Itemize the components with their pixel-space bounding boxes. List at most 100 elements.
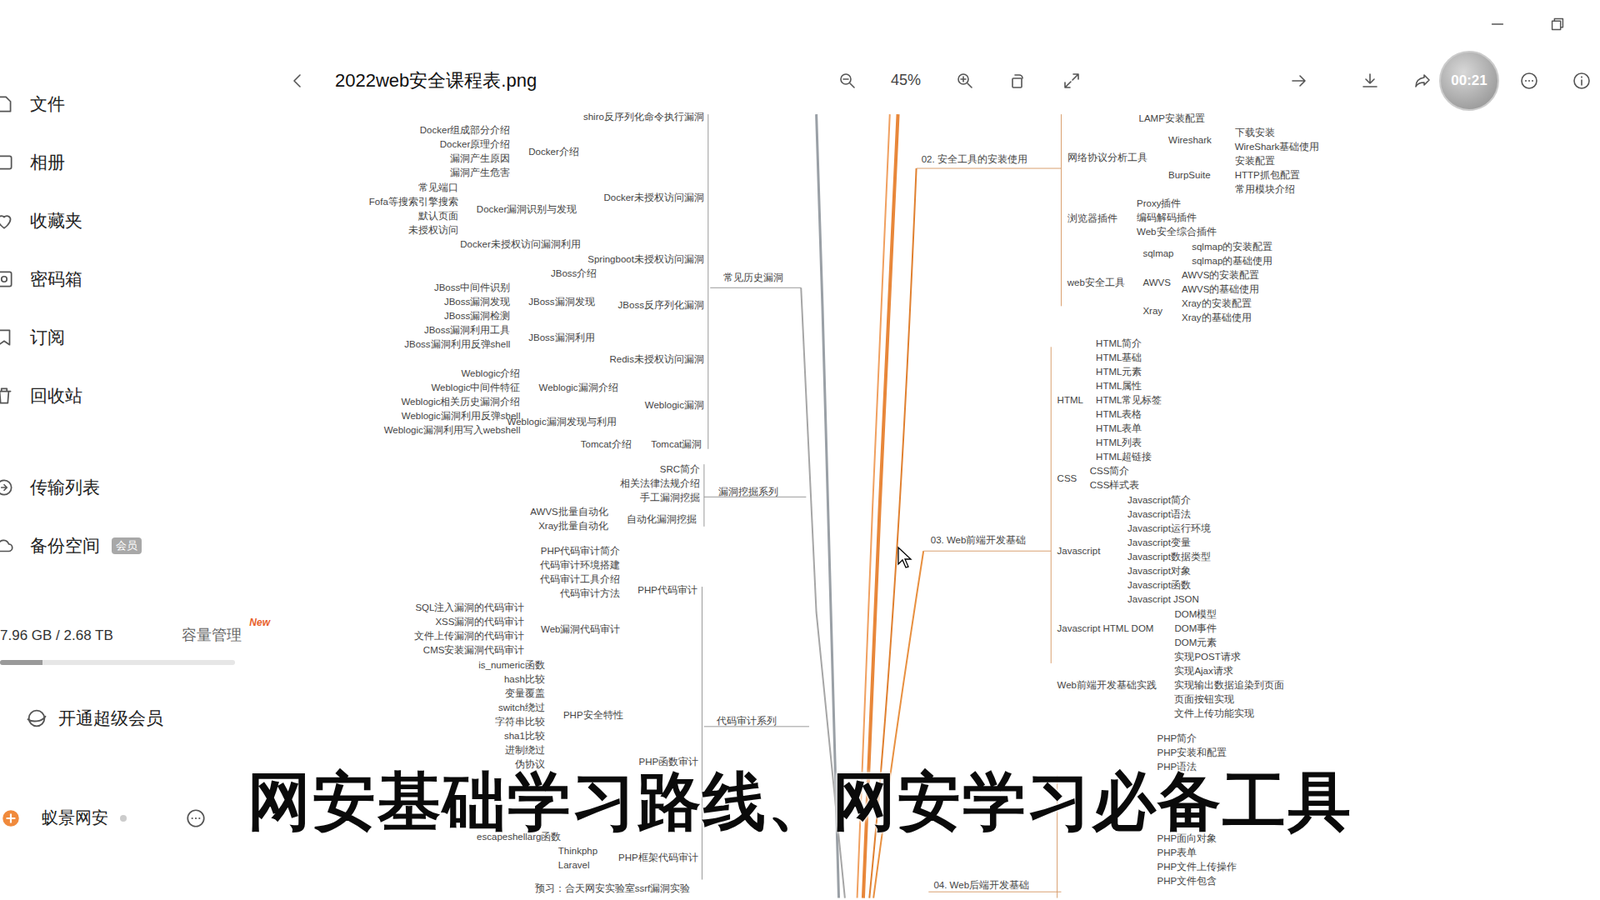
sidebar-item-label[interactable]: 订阅 [30,325,65,350]
sidebar-item-label[interactable]: 相册 [30,150,65,175]
sidebar-item[interactable]: 相册 [0,133,288,192]
back-icon[interactable] [287,70,308,91]
fullscreen-icon[interactable] [1061,70,1082,91]
level-icon [116,811,130,825]
mindmap-node: 漏洞产生原因 [420,151,510,166]
rotate-icon[interactable] [1007,70,1028,91]
zoom-level: 45% [887,71,925,90]
sidebar-item[interactable]: 备份空间会员 [0,516,288,575]
mindmap-node: 02. 安全工具的安装使用 [921,152,1028,167]
mindmap-node-group: PHP安全特性 [563,708,624,723]
mindmap-node-group: Javascript HTML DOM [1057,621,1155,636]
mindmap-node: PHP安全特性 [563,708,624,723]
mindmap-node: Docker未授权访问漏洞 [603,190,704,205]
mindmap-node-group: 预习：合天网安实验室ssrf漏洞实验 [535,881,691,896]
mindmap-node-group: 下载安装WireShark基础使用安装配置HTTP抓包配置常用模块介绍 [1235,125,1320,197]
sidebar-item-label[interactable]: 传输列表 [30,475,100,500]
mindmap-node: LAMP安装配置 [1139,112,1205,126]
mindmap-node-group: 常见历史漏洞 [723,270,784,285]
mindmap-node: Xray批量自动化 [530,519,608,534]
mindmap-node: 默认页面 [369,209,459,224]
mindmap-node-group: 自动化漏洞挖掘 [626,512,697,527]
more-icon[interactable] [185,807,207,830]
recording-timer: 00:21 [1439,50,1500,111]
mindmap-node: 变量覆盖 [478,686,545,701]
mindmap-node: Weblogic介绍 [384,366,521,381]
minimize-icon[interactable] [1488,15,1507,34]
mindmap-node-group: Tomcat漏洞 [650,437,702,452]
mindmap-node: CSS样式表 [1090,478,1140,493]
mindmap-node: switch绕过 [478,700,545,715]
mindmap-node: Javascript变量 [1127,535,1211,550]
mindmap-node: sqlmap的安装配置 [1191,240,1273,255]
sidebar-item[interactable]: 回收站 [0,366,288,425]
more-icon[interactable] [1519,70,1540,91]
info-icon[interactable] [1571,70,1592,91]
zoom-in-icon[interactable] [955,70,975,91]
vip-label[interactable]: 开通超级会员 [58,706,164,730]
sidebar-item-label[interactable]: 备份空间 [30,534,100,558]
mindmap-node: HTML基础 [1095,350,1162,365]
mindmap-node: Javascript简介 [1127,493,1211,508]
mindmap-node: PHP简介 [1157,731,1228,746]
mindmap-node-group: 常见端口Fofa等搜索引擎搜索默认页面未授权访问 [369,180,459,238]
mindmap-node: 编码解码插件 [1136,210,1216,225]
mindmap-node: 进制绕过 [478,743,545,758]
sidebar-item-label[interactable]: 文件 [30,92,65,116]
storage-manage-link[interactable]: 容量管理New [181,625,242,645]
sidebar-item[interactable]: 订阅 [0,308,288,367]
download-icon[interactable] [1360,70,1380,91]
mindmap-node: HTML [1057,393,1084,408]
sidebar-item-label[interactable]: 回收站 [30,384,83,408]
mindmap-node-group: 代码审计系列 [716,714,777,729]
mindmap-node-group: CSS [1057,471,1078,486]
mindmap-node: JBoss漏洞利用反弹shell [404,337,510,352]
mindmap-node-group: Web漏洞代码审计 [540,622,620,637]
mindmap-node-group: Docker介绍 [528,145,579,160]
vip-button[interactable]: 开通超级会员 [33,706,288,730]
mindmap-node: 常见端口 [369,180,459,195]
mindmap-node-group: Web前端开发基础实践 [1057,678,1157,693]
next-icon[interactable] [1289,70,1310,91]
user-row[interactable]: 蚁景网安 [0,806,288,830]
zoom-out-icon[interactable] [837,70,858,91]
sidebar-item-label[interactable]: 收藏夹 [30,209,83,233]
mindmap-node: HTML表单 [1095,421,1162,436]
user-logo-icon [0,807,22,830]
mindmap-node-group: SQL注入漏洞的代码审计XSS漏洞的代码审计文件上传漏洞的代码审计CMS安装漏洞… [414,600,525,658]
mindmap-node: JBoss漏洞发现 [404,295,510,310]
sidebar-item[interactable]: 密码箱 [0,250,288,309]
mindmap-node: Javascript数据类型 [1127,550,1211,565]
storage-fill [0,660,43,665]
sidebar-item[interactable]: 收藏夹 [0,191,288,250]
mindmap-node: BurpSuite [1168,168,1211,183]
mindmap-node-group: JBoss漏洞利用 [528,330,595,345]
mindmap-node: AWVS批量自动化 [530,505,608,520]
share-icon[interactable] [1412,70,1433,91]
mindmap-node: AWVS的安装配置 [1181,268,1260,283]
mindmap-node-group: CSS简介CSS样式表 [1090,464,1140,493]
member-badge: 会员 [111,537,142,555]
mindmap-node: 文件上传功能实现 [1174,706,1285,721]
mindmap-node-group: Javascript简介Javascript语法Javascript运行环境Ja… [1127,493,1211,607]
mindmap-node-group: AWVS批量自动化Xray批量自动化 [530,505,608,534]
mindmap-node-group: Docker未授权访问漏洞 [603,190,704,205]
mindmap-node: 实现POST请求 [1174,650,1285,665]
mindmap-node: 预习：合天网安实验室ssrf漏洞实验 [535,881,691,896]
mindmap-node: Tomcat介绍 [580,437,632,452]
mindmap-node: Javascript HTML DOM [1057,621,1155,636]
mindmap-node: Weblogic漏洞利用写入webshell [384,423,521,438]
mindmap-node: Weblogic漏洞利用反弹shell [384,409,521,424]
mindmap-node: 字符串比较 [478,715,545,730]
mindmap-node: PHP代码审计 [637,583,698,598]
sidebar-item[interactable]: 传输列表 [0,458,288,517]
mindmap-node-group: PHP代码审计简介代码审计环境搭建代码审计工具介绍代码审计方法 [540,544,620,601]
mindmap-node: Wireshark [1168,133,1212,148]
mindmap-node: 代码审计系列 [716,714,777,729]
user-name[interactable]: 蚁景网安 [41,806,109,830]
sidebar-item[interactable]: 文件 [0,75,288,134]
sidebar-item-label[interactable]: 密码箱 [30,267,83,291]
mindmap-node-group: PHP代码审计 [637,583,698,598]
restore-icon[interactable] [1548,15,1567,34]
mindmap-node: 漏洞挖掘系列 [718,485,779,500]
